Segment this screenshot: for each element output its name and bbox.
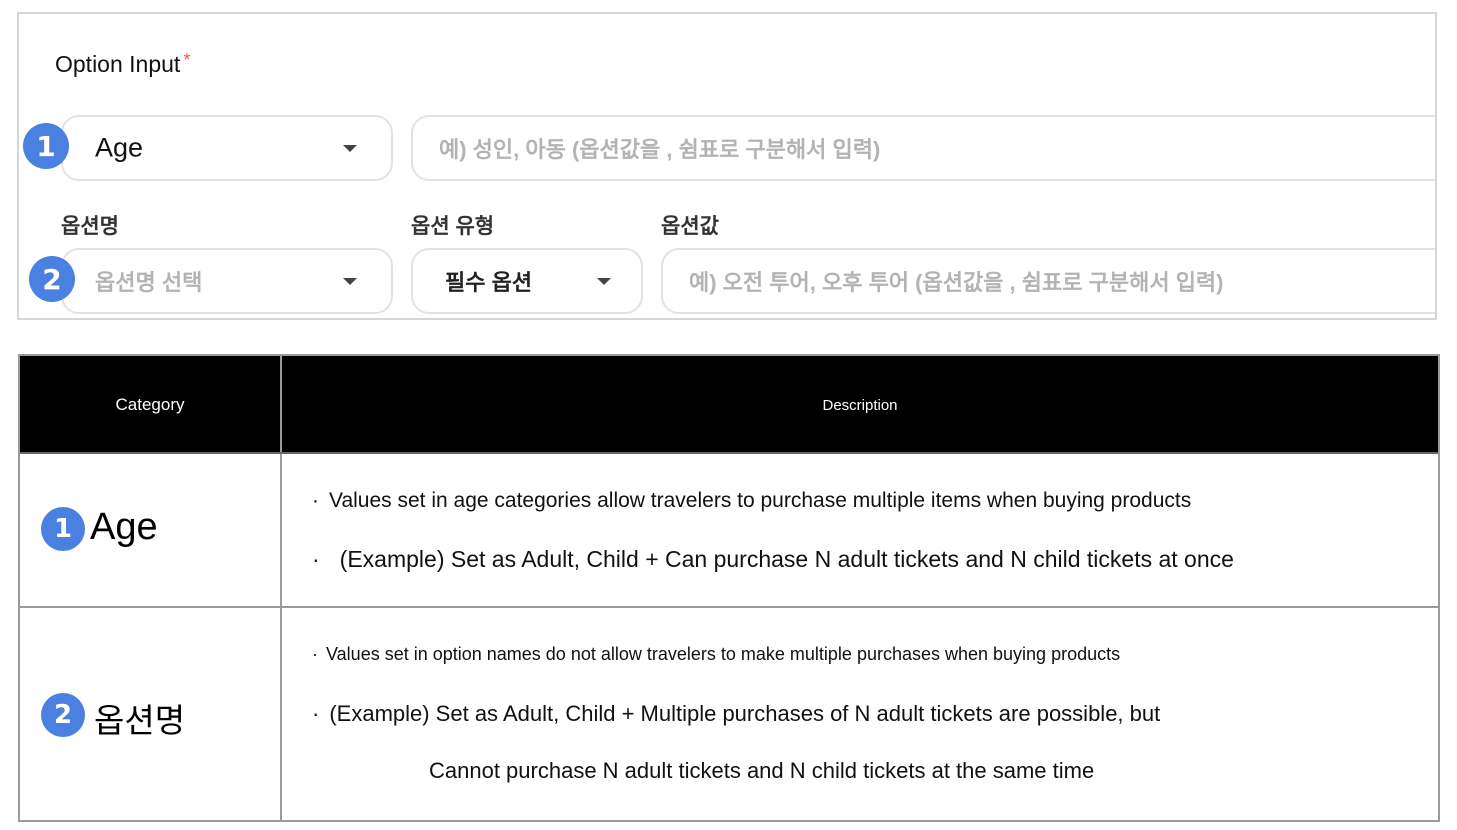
- option-input-title-text: Option Input: [55, 51, 181, 77]
- option-values-placeholder: 예) 오전 투어, 오후 투어 (옵션값을 , 쉼표로 구분해서 입력): [689, 270, 1224, 295]
- category-age: Age: [90, 506, 158, 548]
- description-line: · (Example) Set as Adult, Child + Can pur…: [312, 546, 1234, 573]
- table-header: Category Description: [20, 356, 1438, 454]
- label-option-name: 옵션명: [61, 215, 119, 238]
- chevron-down-icon: [597, 278, 611, 285]
- label-option-type: 옵션 유형: [411, 215, 495, 238]
- chevron-down-icon: [343, 278, 357, 285]
- option-description-table: Category Description 1 Age · Values set i…: [18, 354, 1440, 822]
- description-text: (Example) Set as Adult, Child + Can purc…: [339, 546, 1234, 572]
- age-select-value: Age: [95, 132, 144, 163]
- age-select[interactable]: Age: [61, 115, 393, 181]
- row-divider: [20, 606, 1438, 608]
- description-line: · Values set in option names do not allow…: [312, 644, 1120, 665]
- header-divider: [20, 452, 1438, 454]
- bullet: ·: [312, 644, 318, 664]
- bullet: ·: [312, 546, 320, 572]
- option-type-value: 필수 옵션: [445, 270, 533, 295]
- badge-2-icon: 2: [41, 693, 85, 737]
- description-text: (Example) Set as Adult, Child + Multiple…: [329, 701, 1161, 726]
- badge-2-icon: 2: [29, 256, 75, 302]
- option-name-placeholder: 옵션명 선택: [95, 270, 203, 295]
- age-values-input[interactable]: 예) 성인, 아동 (옵션값을 , 쉼표로 구분해서 입력): [411, 115, 1435, 181]
- description-line: Cannot purchase N adult tickets and N ch…: [429, 758, 1094, 784]
- badge-1-icon: 1: [23, 123, 69, 169]
- description-line: · (Example) Set as Adult, Child + Multipl…: [312, 701, 1160, 727]
- category-option-name: 옵션명: [94, 702, 186, 739]
- column-divider: [280, 356, 282, 820]
- option-values-input[interactable]: 예) 오전 투어, 오후 투어 (옵션값을 , 쉼표로 구분해서 입력): [661, 248, 1435, 314]
- bullet: ·: [312, 489, 319, 512]
- header-description: Description: [822, 396, 898, 414]
- header-category: Category: [115, 395, 185, 414]
- description-text: Cannot purchase N adult tickets and N ch…: [429, 758, 1095, 783]
- chevron-down-icon: [343, 145, 357, 152]
- description-text: Values set in option names do not allow …: [326, 644, 1121, 664]
- bullet: ·: [312, 701, 320, 726]
- badge-1-icon: 1: [41, 507, 85, 551]
- required-mark: *: [183, 50, 191, 70]
- option-input-title: Option Input *: [55, 50, 191, 78]
- option-name-select[interactable]: 옵션명 선택: [61, 248, 393, 314]
- description-text: Values set in age categories allow trave…: [329, 489, 1192, 512]
- option-type-select[interactable]: 필수 옵션: [411, 248, 643, 314]
- option-input-panel: Option Input * Age 1 예) 성인, 아동 (옵션값을 , 쉼표…: [17, 12, 1437, 320]
- description-line: · Values set in age categories allow trav…: [312, 489, 1191, 513]
- age-values-placeholder: 예) 성인, 아동 (옵션값을 , 쉼표로 구분해서 입력): [439, 137, 881, 162]
- label-option-value: 옵션값: [661, 215, 719, 238]
